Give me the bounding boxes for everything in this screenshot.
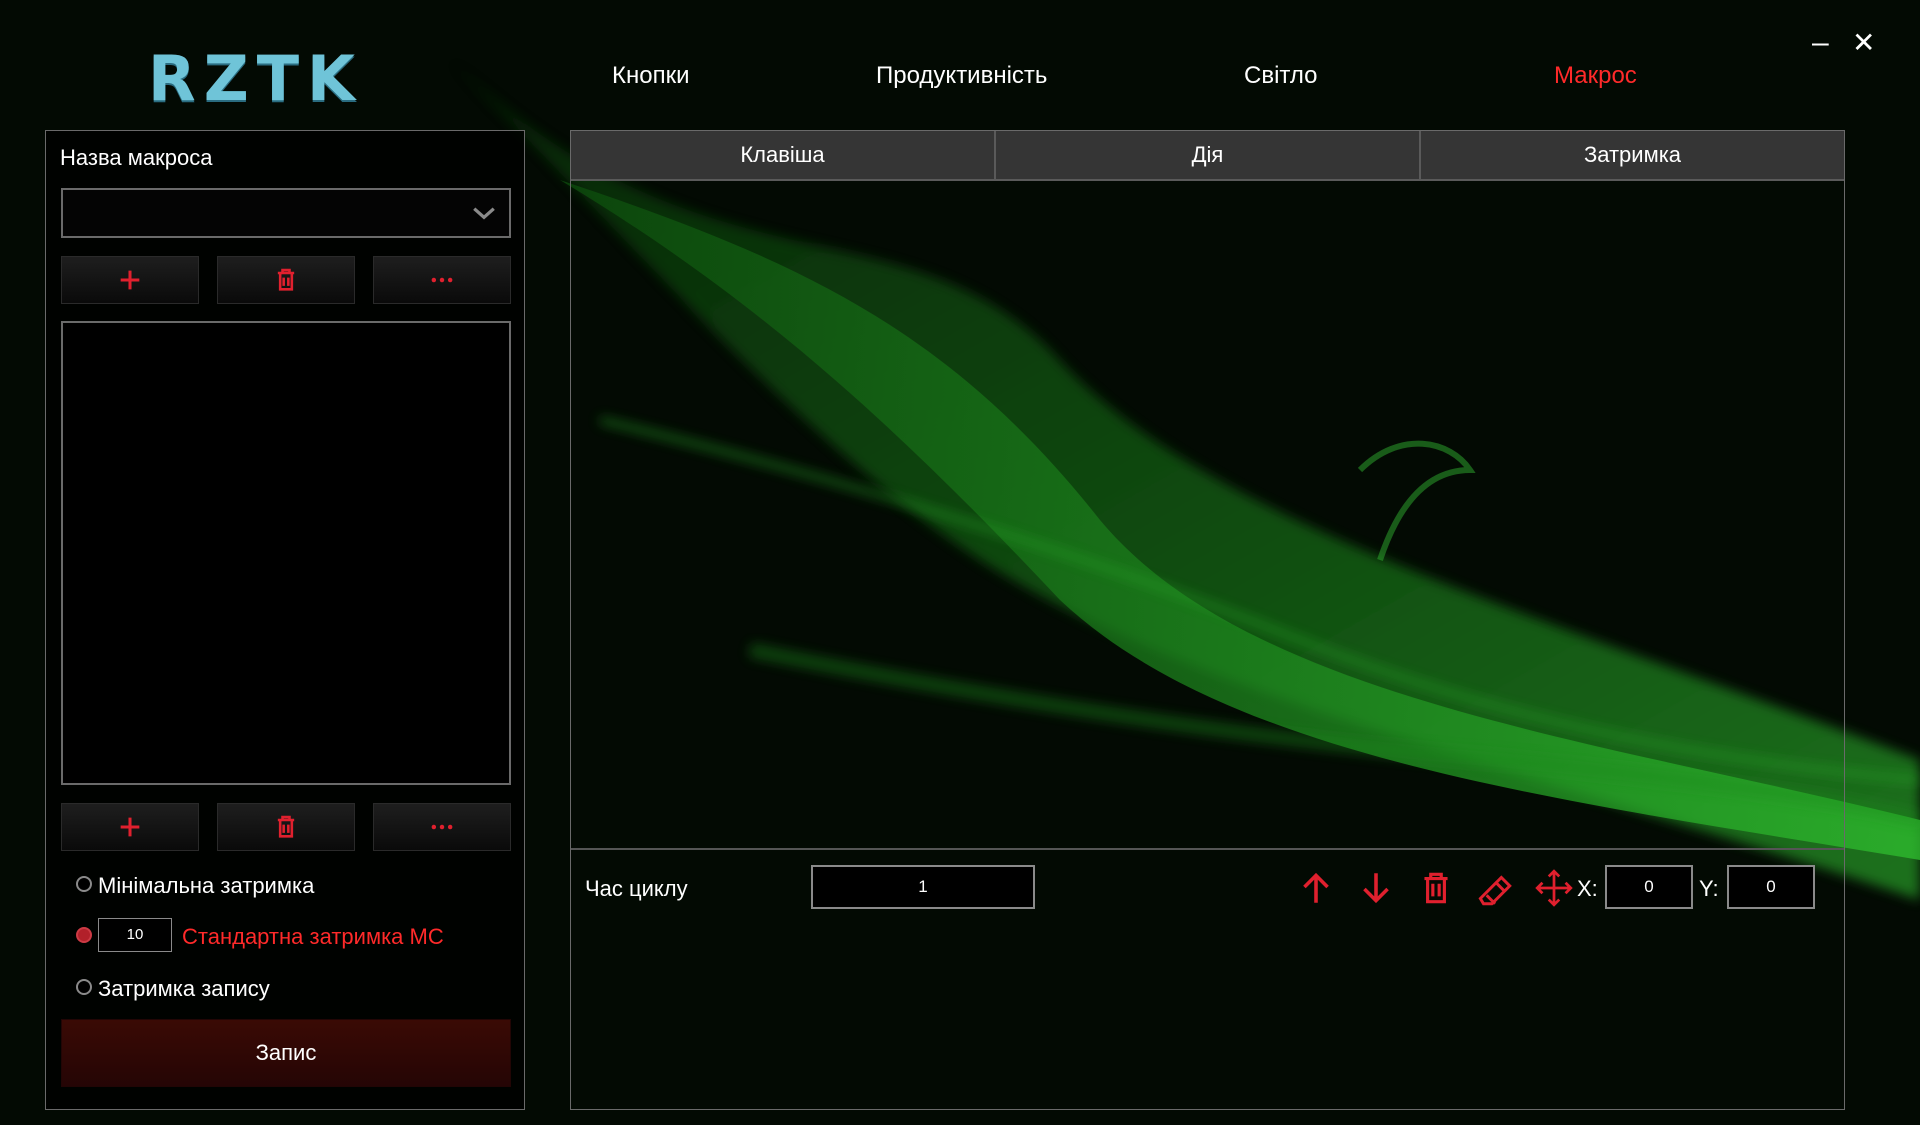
app-logo: RZTK [148, 42, 364, 115]
plus-icon [120, 270, 140, 290]
more-macro-button[interactable] [373, 256, 511, 304]
chevron-down-icon [473, 207, 495, 220]
trash-icon [1424, 872, 1448, 904]
delete-macro-button[interactable] [217, 256, 355, 304]
macro-name-label: Назва макроса [60, 145, 213, 170]
cycle-time-label: Час циклу [585, 876, 688, 901]
standard-delay-label: Стандартна затримка МС [182, 924, 444, 949]
close-button[interactable]: ✕ [1852, 28, 1875, 58]
plus-icon [120, 817, 140, 837]
macro-steps-panel: Клавіша Дія Затримка Час циклу 1 X: 0 Y:… [570, 130, 1845, 1110]
add-step-button[interactable] [61, 803, 199, 851]
macro-buttons-top [61, 256, 511, 304]
panel-divider [571, 848, 1844, 850]
tab-macro[interactable]: Макрос [1554, 62, 1637, 90]
record-delay-radio[interactable] [76, 979, 92, 995]
move-cursor-button[interactable] [1533, 867, 1575, 909]
macro-list-panel: Назва макроса Мінімальна затримка 10 Ста… [45, 130, 525, 1110]
macro-name-select[interactable] [61, 188, 511, 238]
more-icon [431, 824, 453, 830]
record-button[interactable]: Запис [61, 1019, 511, 1087]
trash-icon [277, 815, 295, 838]
x-coordinate-input[interactable]: 0 [1605, 865, 1693, 909]
column-key[interactable]: Клавіша [571, 131, 996, 181]
y-coordinate-input[interactable]: 0 [1727, 865, 1815, 909]
standard-delay-input[interactable]: 10 [98, 918, 172, 952]
min-delay-radio[interactable] [76, 876, 92, 892]
move-up-button[interactable] [1295, 867, 1337, 909]
add-macro-button[interactable] [61, 256, 199, 304]
steps-table-header: Клавіша Дія Затримка [571, 131, 1844, 181]
column-action[interactable]: Дія [996, 131, 1421, 181]
tab-performance[interactable]: Продуктивність [876, 62, 1047, 90]
delete-step-button[interactable] [217, 803, 355, 851]
standard-delay-radio[interactable] [76, 927, 92, 943]
y-label: Y: [1699, 876, 1719, 901]
min-delay-label: Мінімальна затримка [98, 873, 315, 898]
trash-icon [277, 268, 295, 291]
record-button-label: Запис [255, 1040, 317, 1065]
more-step-button[interactable] [373, 803, 511, 851]
x-label: X: [1577, 876, 1598, 901]
arrow-down-icon [1363, 873, 1389, 904]
record-delay-label: Затримка запису [98, 976, 270, 1001]
move-down-button[interactable] [1355, 867, 1397, 909]
clear-steps-button[interactable] [1473, 867, 1515, 909]
delete-step-tool-button[interactable] [1415, 867, 1457, 909]
macro-list[interactable] [61, 321, 511, 785]
move-icon [1535, 869, 1573, 907]
cycle-time-input[interactable]: 1 [811, 865, 1035, 909]
minimize-button[interactable]: – [1812, 28, 1829, 58]
column-delay[interactable]: Затримка [1421, 131, 1844, 181]
arrow-up-icon [1303, 872, 1329, 903]
steps-table-body[interactable] [571, 181, 1844, 848]
tab-buttons[interactable]: Кнопки [612, 62, 689, 90]
tab-lighting[interactable]: Світло [1244, 62, 1318, 90]
eraser-icon [1478, 875, 1512, 906]
more-icon [431, 277, 453, 283]
macro-buttons-bottom [61, 803, 511, 851]
